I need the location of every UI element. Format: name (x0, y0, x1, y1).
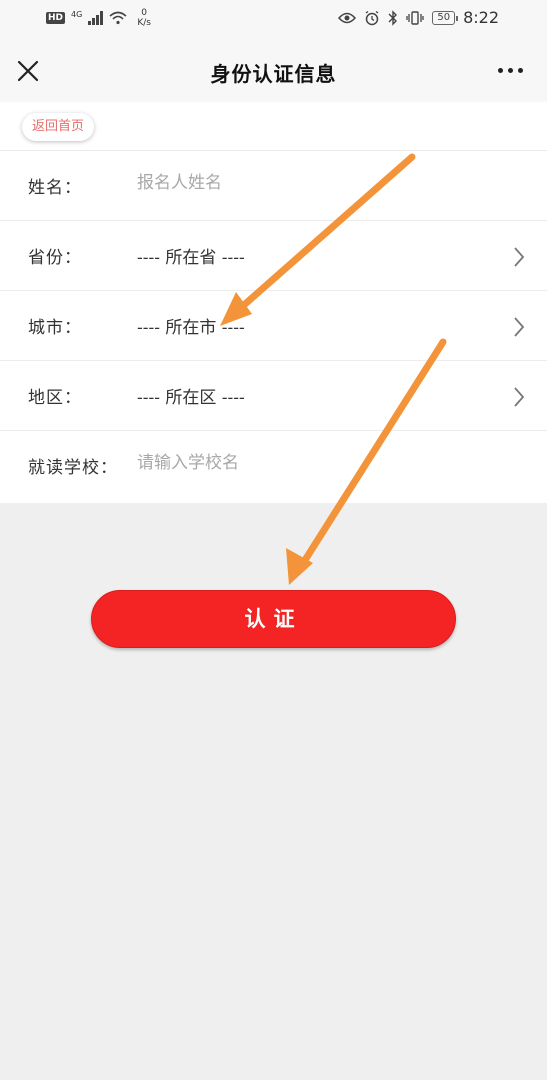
province-label: 省份： (28, 248, 82, 268)
form-row-district[interactable]: 地区： ---- 所在区 ---- (0, 361, 547, 431)
chevron-right-icon[interactable] (513, 246, 525, 268)
more-menu-icon[interactable] (498, 68, 523, 73)
chevron-right-icon[interactable] (513, 386, 525, 408)
nav-bar: 身份认证信息 (0, 40, 547, 102)
eye-icon (338, 12, 357, 23)
battery-icon: 50 (432, 10, 458, 25)
chevron-right-icon[interactable] (513, 316, 525, 338)
verify-button[interactable]: 认证 (91, 590, 456, 648)
hd-icon: HD (46, 12, 66, 24)
form-row-name: 姓名： (0, 151, 547, 221)
vibrate-icon (406, 10, 424, 25)
speed-unit: K/s (137, 18, 151, 28)
home-strip: 返回首页 (0, 102, 547, 151)
bluetooth-icon (388, 9, 398, 26)
alarm-icon (365, 10, 379, 25)
signal-icon (88, 11, 104, 25)
status-right: 50 8:22 (338, 8, 499, 27)
network-speed: 0 K/s (137, 8, 151, 28)
city-select[interactable]: ---- 所在市 ---- (137, 313, 245, 338)
province-select[interactable]: ---- 所在省 ---- (137, 243, 245, 268)
school-label: 就读学校： (28, 458, 118, 478)
speed-value: 0 (141, 8, 147, 18)
wifi-icon (109, 11, 127, 25)
back-home-button[interactable]: 返回首页 (22, 113, 95, 141)
name-input[interactable] (137, 173, 467, 193)
name-label: 姓名： (28, 178, 82, 198)
status-left: HD 4G 0 K/s (46, 8, 151, 28)
form-row-province[interactable]: 省份： ---- 所在省 ---- (0, 221, 547, 291)
school-input[interactable] (137, 453, 467, 473)
district-label: 地区： (28, 388, 82, 408)
district-select[interactable]: ---- 所在区 ---- (137, 383, 245, 408)
page-title: 身份认证信息 (210, 62, 337, 86)
city-label: 城市： (28, 318, 82, 338)
status-bar: HD 4G 0 K/s 50 8:22 (0, 0, 547, 40)
network-type: 4G (71, 9, 83, 19)
identity-form: 姓名： 省份： ---- 所在省 ---- 城市： ---- 所在市 ---- … (0, 151, 547, 503)
form-row-school: 就读学校： (0, 431, 547, 503)
form-row-city[interactable]: 城市： ---- 所在市 ---- (0, 291, 547, 361)
status-time: 8:22 (463, 8, 499, 27)
